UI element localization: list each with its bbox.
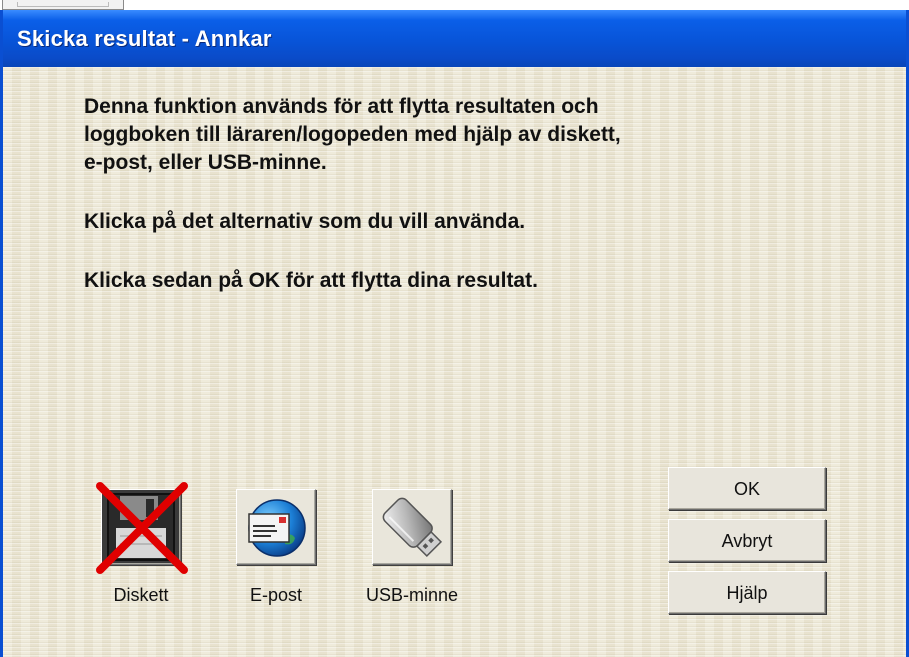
epost-label: E-post: [249, 585, 303, 605]
dialog-window: Skicka resultat - Annkar Denna funktion …: [0, 10, 909, 657]
instruction-choose: Klicka på det alternativ som du vill anv…: [84, 210, 526, 233]
diskett-option-button[interactable]: [96, 482, 188, 574]
usb-option-button[interactable]: [372, 489, 452, 565]
epost-option-button[interactable]: [236, 489, 316, 565]
title-bar[interactable]: Skicka resultat - Annkar: [3, 10, 906, 67]
description-line-2: loggboken till läraren/logopeden med hjä…: [84, 123, 621, 146]
help-button[interactable]: Hjälp: [668, 571, 826, 614]
usb-drive-icon: [382, 497, 443, 558]
email-globe-icon: [248, 499, 306, 557]
ok-button[interactable]: OK: [668, 467, 826, 510]
window-title: Skicka resultat - Annkar: [17, 26, 272, 51]
diskett-label: Diskett: [113, 585, 169, 605]
background-window-edge: [2, 0, 124, 10]
usb-label: USB-minne: [365, 585, 459, 605]
description-line-3: e-post, eller USB-minne.: [84, 151, 327, 174]
dialog-body: Denna funktion används för att flytta re…: [3, 67, 906, 657]
cancel-button[interactable]: Avbryt: [668, 519, 826, 562]
instruction-ok: Klicka sedan på OK för att flytta dina r…: [84, 269, 538, 292]
description-line-1: Denna funktion används för att flytta re…: [84, 95, 599, 118]
disabled-cross-icon: [96, 482, 188, 574]
